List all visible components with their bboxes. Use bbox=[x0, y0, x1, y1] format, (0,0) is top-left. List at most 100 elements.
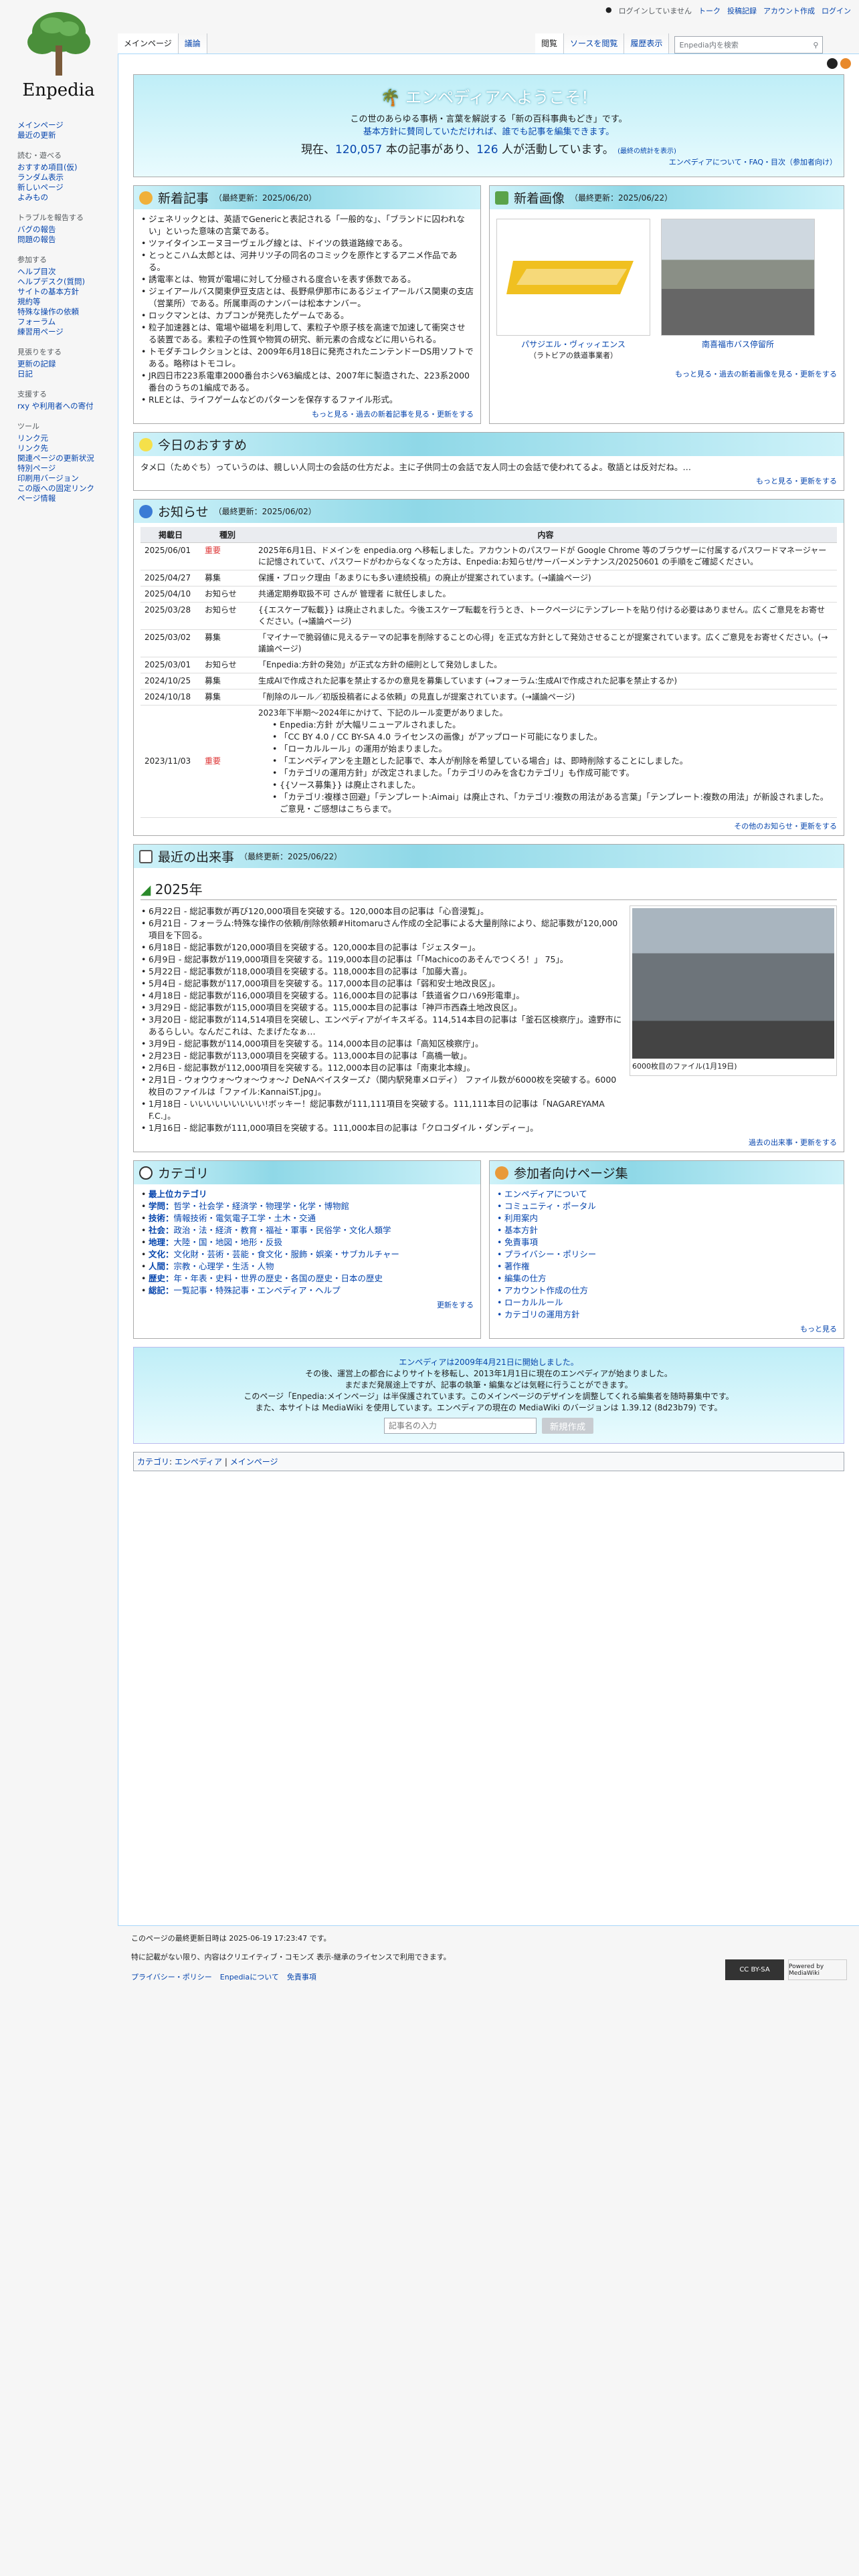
participant-link[interactable]: 基本方針 bbox=[496, 1224, 837, 1237]
participant-link[interactable]: プライバシー・ポリシー bbox=[496, 1249, 837, 1261]
new-image-2[interactable]: 南喜福市バス停留所 bbox=[661, 219, 815, 360]
sidebar-item[interactable]: rxy や利用者への寄付 bbox=[17, 401, 118, 411]
category-links[interactable]: 一覧記事・特殊記事・エンペディア・ヘルプ bbox=[174, 1285, 341, 1295]
search-input[interactable]: Enpedia内を検索 ⚲ bbox=[674, 36, 824, 53]
category-links[interactable]: 文化財・芸術・芸能・食文化・服飾・娯楽・サブカルチャー bbox=[174, 1249, 399, 1259]
sidebar-item[interactable]: 問題の報告 bbox=[17, 235, 118, 245]
category-name[interactable]: 歴史： bbox=[149, 1273, 174, 1283]
participant-link[interactable]: エンペディアについて bbox=[496, 1188, 837, 1200]
participant-link[interactable]: 著作権 bbox=[496, 1261, 837, 1273]
category-link-1[interactable]: エンペディア bbox=[175, 1457, 222, 1467]
new-image-1[interactable]: パサジエル・ヴィッィエンス （ラトビアの鉄道事業者） bbox=[496, 219, 650, 360]
category-name[interactable]: 人間： bbox=[149, 1261, 174, 1271]
participant-link[interactable]: 利用案内 bbox=[496, 1212, 837, 1224]
create-account-link[interactable]: アカウント作成 bbox=[763, 5, 815, 16]
sidebar-item[interactable]: 特殊な操作の依頼 bbox=[17, 307, 118, 317]
category-links[interactable]: 哲学・社会学・経済学・物理学・化学・博物館 bbox=[174, 1201, 350, 1211]
tab-main-page[interactable]: メインページ bbox=[118, 33, 179, 53]
welcome-title: 🌴 エンペディアへようこそ！ bbox=[380, 88, 597, 107]
talk-link[interactable]: トーク bbox=[698, 5, 721, 16]
sidebar-item[interactable]: おすすめ項目(仮) bbox=[17, 163, 118, 173]
sidebar-item[interactable]: フォーラム bbox=[17, 317, 118, 327]
sidebar-item[interactable]: サイトの基本方針 bbox=[17, 287, 118, 297]
sidebar-item[interactable]: リンク先 bbox=[17, 443, 118, 453]
participant-link[interactable]: 免責事項 bbox=[496, 1237, 837, 1249]
participant-link[interactable]: カテゴリの運用方針 bbox=[496, 1309, 837, 1321]
sidebar-item[interactable]: ヘルプデスク(質問) bbox=[17, 277, 118, 287]
category-name[interactable]: 地理： bbox=[149, 1237, 174, 1247]
lock-icon[interactable] bbox=[827, 58, 838, 69]
category-links[interactable]: 年・年表・史料・世界の歴史・各国の歴史・日本の歴史 bbox=[174, 1273, 383, 1283]
new-articles-more[interactable]: もっと見る・過去の新着記事を見る・更新をする bbox=[140, 409, 474, 419]
sidebar-item[interactable]: リンク元 bbox=[17, 433, 118, 443]
welcome-line1: この世のあらゆる事柄・言葉を解説する「新の百科事典もどき」です。 bbox=[350, 114, 628, 124]
events-image[interactable]: 6000枚目のファイル(1月19日) bbox=[630, 905, 837, 1076]
sidebar-item[interactable]: ヘルプ目次 bbox=[17, 267, 118, 277]
category-links[interactable]: 宗教・心理学・生活・人物 bbox=[174, 1261, 274, 1271]
calendar-icon bbox=[139, 849, 153, 863]
tab-read[interactable]: 閲覧 bbox=[535, 33, 565, 53]
sidebar-item[interactable]: 新しいページ bbox=[17, 183, 118, 193]
category-name[interactable]: 文化： bbox=[149, 1249, 174, 1259]
events-more[interactable]: 過去の出来事・更新をする bbox=[140, 1137, 837, 1148]
sidebar-item[interactable]: 関連ページの更新状況 bbox=[17, 453, 118, 463]
cc-badge-icon[interactable]: CC BY-SA bbox=[725, 1959, 784, 1980]
image-caption-1[interactable]: パサジエル・ヴィッィエンス bbox=[496, 338, 650, 350]
category-link-2[interactable]: メインページ bbox=[230, 1457, 278, 1467]
sidebar-item[interactable]: ページ情報 bbox=[17, 494, 118, 504]
sidebar-item[interactable]: 最近の更新 bbox=[17, 130, 118, 140]
tab-view-source[interactable]: ソースを閲覧 bbox=[564, 33, 625, 53]
kannai-station-photo[interactable] bbox=[632, 908, 834, 1059]
category-more[interactable]: 更新をする bbox=[140, 1299, 474, 1310]
footer-privacy[interactable]: プライバシー・ポリシー bbox=[131, 1971, 212, 1982]
sidebar-item[interactable]: メインページ bbox=[17, 120, 118, 130]
catlinks-label[interactable]: カテゴリ bbox=[137, 1457, 169, 1467]
participant-link[interactable]: コミュニティ・ポータル bbox=[496, 1200, 837, 1212]
participant-link[interactable]: アカウント作成の仕方 bbox=[496, 1285, 837, 1297]
new-article-input[interactable] bbox=[383, 1418, 537, 1434]
category-links[interactable]: 大陸・国・地図・地形・反扱 bbox=[174, 1237, 283, 1247]
footer-disclaimer[interactable]: 免責事項 bbox=[287, 1971, 316, 1982]
new-images-more[interactable]: もっと見る・過去の新着画像を見る・更新をする bbox=[496, 368, 837, 379]
category-name[interactable]: 総記： bbox=[149, 1285, 174, 1295]
tab-talk[interactable]: 議論 bbox=[178, 33, 207, 53]
sidebar-item[interactable]: 印刷用バージョン bbox=[17, 473, 118, 484]
image-caption-2[interactable]: 南喜福市バス停留所 bbox=[661, 338, 815, 350]
participant-link[interactable]: 編集の仕方 bbox=[496, 1273, 837, 1285]
sidebar-item[interactable]: 更新の記録 bbox=[17, 359, 118, 369]
events-year: ◢ 2025年 bbox=[140, 879, 837, 900]
welcome-line2[interactable]: 基本方針に賛同していただければ、誰でも記事を編集できます。 bbox=[140, 124, 837, 137]
category-name[interactable]: 技術： bbox=[149, 1213, 174, 1223]
bus-stop-thumbnail[interactable] bbox=[661, 219, 815, 336]
category-name[interactable]: 最上位カテゴリ bbox=[149, 1189, 207, 1199]
contributions-link[interactable]: 投稿記録 bbox=[727, 5, 757, 16]
create-button[interactable]: 新規作成 bbox=[541, 1418, 594, 1434]
sidebar-item[interactable]: 練習用ページ bbox=[17, 327, 118, 337]
category-name[interactable]: 学問： bbox=[149, 1201, 174, 1211]
sidebar-item[interactable]: 特別ページ bbox=[17, 463, 118, 473]
sidebar-item[interactable]: この版への固定リンク bbox=[17, 484, 118, 494]
login-link[interactable]: ログイン bbox=[822, 5, 851, 16]
new-article-item: ジェイアールバス関東伊豆支店とは、長野県伊那市にあるジェイアールバス関東の支店（… bbox=[140, 286, 474, 310]
category-links[interactable]: 政治・法・経済・教育・福祉・軍事・民俗学・文化人類学 bbox=[174, 1225, 391, 1235]
welcome-links[interactable]: エンペディアについて・FAQ・目次（参加者向け） bbox=[140, 156, 837, 167]
site-logo[interactable]: Enpedia bbox=[7, 5, 110, 106]
category-links[interactable]: 情報技術・電気電子工学・土木・交通 bbox=[174, 1213, 316, 1223]
sidebar-item[interactable]: ランダム表示 bbox=[17, 173, 118, 183]
footer-about[interactable]: Enpediaについて bbox=[220, 1971, 279, 1982]
participants-more[interactable]: もっと見る bbox=[496, 1323, 837, 1334]
tab-history[interactable]: 履歴表示 bbox=[624, 33, 670, 53]
vivi-logo-thumbnail[interactable] bbox=[496, 219, 650, 336]
sidebar-item[interactable]: 規約等 bbox=[17, 297, 118, 307]
search-icon[interactable]: ⚲ bbox=[813, 41, 818, 49]
category-name[interactable]: 社会： bbox=[149, 1225, 174, 1235]
sidebar-item[interactable]: バグの報告 bbox=[17, 225, 118, 235]
recommend-more[interactable]: もっと見る・更新をする bbox=[140, 475, 837, 486]
mediawiki-badge-icon[interactable]: Powered by MediaWiki bbox=[788, 1959, 847, 1980]
sidebar-item[interactable]: 日記 bbox=[17, 369, 118, 379]
protect-icon[interactable] bbox=[840, 58, 851, 69]
participant-link[interactable]: ローカルルール bbox=[496, 1297, 837, 1309]
sidebar-item[interactable]: よみもの bbox=[17, 193, 118, 203]
about-l1[interactable]: エンペディアは2009年4月21日に開始しました。 bbox=[143, 1357, 834, 1368]
news-more[interactable]: その他のお知らせ・更新をする bbox=[140, 821, 837, 831]
